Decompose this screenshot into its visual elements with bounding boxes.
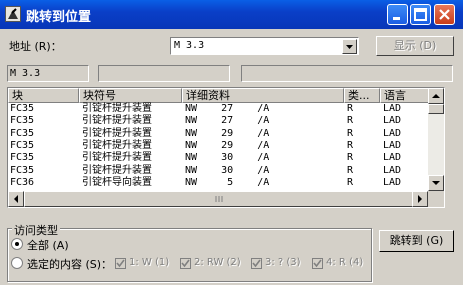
table-cell-symbol: 引锭杆提升装置 bbox=[82, 115, 152, 127]
radio-selected[interactable] bbox=[11, 257, 23, 269]
table-cell-symbol: 引锭杆提升装置 bbox=[82, 152, 152, 164]
table-cell-block: FC35 bbox=[10, 103, 35, 114]
checkbox-rw-label: 2: RW (2) bbox=[194, 257, 241, 268]
scroll-left-icon[interactable] bbox=[8, 191, 24, 207]
table-cell-type: R bbox=[347, 103, 354, 114]
table-cell-type: R bbox=[347, 164, 354, 176]
checkbox-unknown-label: 3: ? (3) bbox=[265, 257, 301, 268]
table-cell-lang: LAD bbox=[383, 127, 402, 139]
table-cell-type: R bbox=[347, 152, 354, 164]
app-icon bbox=[5, 6, 21, 22]
table-cell-block: FC35 bbox=[10, 127, 35, 139]
address-value: M 3.3 bbox=[174, 40, 205, 51]
reference-table[interactable]: 块 块符号 详细资料 类... 语言 FC35 引锭杆提升装置 NW 27 /A R L… bbox=[7, 87, 445, 208]
column-header-symbol[interactable]: 块符号 bbox=[79, 88, 182, 103]
table-cell-type: R bbox=[347, 176, 354, 188]
checkbox-w[interactable] bbox=[115, 258, 126, 269]
table-row[interactable]: FC35 引锭杆提升装置 NW 30 /A R LAD bbox=[8, 152, 428, 164]
radio-all[interactable] bbox=[11, 238, 23, 250]
table-cell-lang: LAD bbox=[383, 164, 402, 176]
table-cell-type: R bbox=[347, 115, 354, 127]
table-cell-details: NW 29 /A bbox=[185, 139, 270, 151]
table-row[interactable]: FC35 引锭杆提升装置 NW 30 /A R LAD bbox=[8, 165, 428, 177]
scroll-right-icon[interactable] bbox=[412, 191, 428, 207]
table-cell-details: NW 30 /A bbox=[185, 164, 270, 176]
access-type-title: 访问类型 bbox=[12, 222, 60, 238]
maximize-button[interactable] bbox=[410, 4, 431, 25]
table-row[interactable]: FC35 引锭杆提升装置 NW 27 /A R LAD bbox=[8, 103, 428, 115]
horizontal-scroll-thumb[interactable] bbox=[24, 191, 414, 207]
window-title: 跳转到位置 bbox=[26, 10, 92, 25]
table-cell-lang: LAD bbox=[383, 103, 402, 114]
checkbox-w-label: 1: W (1) bbox=[129, 257, 170, 268]
title-bar[interactable]: 跳转到位置 bbox=[0, 0, 463, 29]
column-header-type[interactable]: 类... bbox=[344, 88, 380, 103]
table-cell-lang: LAD bbox=[383, 152, 402, 164]
column-header-language[interactable]: 语言 bbox=[380, 88, 430, 103]
close-button[interactable] bbox=[434, 4, 455, 25]
table-cell-details: NW 27 /A bbox=[185, 115, 270, 127]
table-cell-symbol: 引锭杆提升装置 bbox=[82, 139, 152, 151]
vertical-scroll-thumb[interactable] bbox=[428, 104, 444, 114]
table-cell-symbol: 引锭杆提升装置 bbox=[82, 103, 152, 114]
info-field-1: M 3.3 bbox=[7, 65, 89, 82]
info-field-3 bbox=[241, 65, 453, 82]
address-combobox[interactable]: M 3.3 bbox=[170, 37, 359, 55]
table-cell-type: R bbox=[347, 127, 354, 139]
goto-button[interactable]: 跳转到 (G) bbox=[379, 230, 454, 252]
address-label: 地址 (R)： bbox=[9, 40, 62, 53]
checkbox-r-label: 4: R (4) bbox=[326, 257, 364, 268]
table-cell-symbol: 引锭杆提升装置 bbox=[82, 127, 152, 139]
horizontal-scrollbar[interactable] bbox=[8, 191, 428, 207]
radio-selected-label[interactable]: 选定的内容 (S)： bbox=[27, 256, 112, 272]
table-cell-block: FC35 bbox=[10, 139, 35, 151]
display-button[interactable]: 显示 (D) bbox=[376, 36, 454, 56]
column-header-block[interactable]: 块 bbox=[8, 88, 79, 103]
table-cell-symbol: 引锭杆提升装置 bbox=[82, 164, 152, 176]
chevron-down-icon[interactable] bbox=[342, 39, 357, 54]
scroll-corner bbox=[428, 191, 444, 207]
table-row[interactable]: FC35 引锭杆提升装置 NW 29 /A R LAD bbox=[8, 128, 428, 140]
scroll-down-icon[interactable] bbox=[428, 175, 444, 191]
table-row[interactable]: FC35 引锭杆提升装置 NW 29 /A R LAD bbox=[8, 140, 428, 152]
column-header-details[interactable]: 详细资料 bbox=[182, 88, 344, 103]
radio-all-label[interactable]: 全部 (A) bbox=[27, 237, 69, 253]
table-row[interactable]: FC35 引锭杆提升装置 NW 27 /A R LAD bbox=[8, 115, 428, 127]
table-row[interactable]: FC36 引锭杆导向装置 NW 5 /A R LAD bbox=[8, 177, 428, 189]
info-field-2 bbox=[98, 65, 230, 82]
checkbox-r[interactable] bbox=[312, 258, 323, 269]
table-cell-lang: LAD bbox=[383, 115, 402, 127]
table-cell-block: FC35 bbox=[10, 152, 35, 164]
checkbox-rw[interactable] bbox=[180, 258, 191, 269]
table-cell-block: FC36 bbox=[10, 176, 35, 188]
table-cell-symbol: 引锭杆导向装置 bbox=[82, 176, 152, 188]
table-cell-details: NW 30 /A bbox=[185, 152, 270, 164]
table-cell-details: NW 27 /A bbox=[185, 103, 270, 114]
minimize-button[interactable] bbox=[387, 4, 408, 25]
table-cell-details: NW 5 /A bbox=[185, 176, 270, 188]
scroll-up-icon[interactable] bbox=[428, 88, 444, 104]
checkbox-unknown[interactable] bbox=[251, 258, 262, 269]
vertical-scrollbar[interactable] bbox=[428, 88, 444, 191]
table-cell-block: FC35 bbox=[10, 115, 35, 127]
table-cell-details: NW 29 /A bbox=[185, 127, 270, 139]
table-cell-lang: LAD bbox=[383, 176, 402, 188]
table-cell-block: FC35 bbox=[10, 164, 35, 176]
table-cell-lang: LAD bbox=[383, 139, 402, 151]
table-cell-type: R bbox=[347, 139, 354, 151]
